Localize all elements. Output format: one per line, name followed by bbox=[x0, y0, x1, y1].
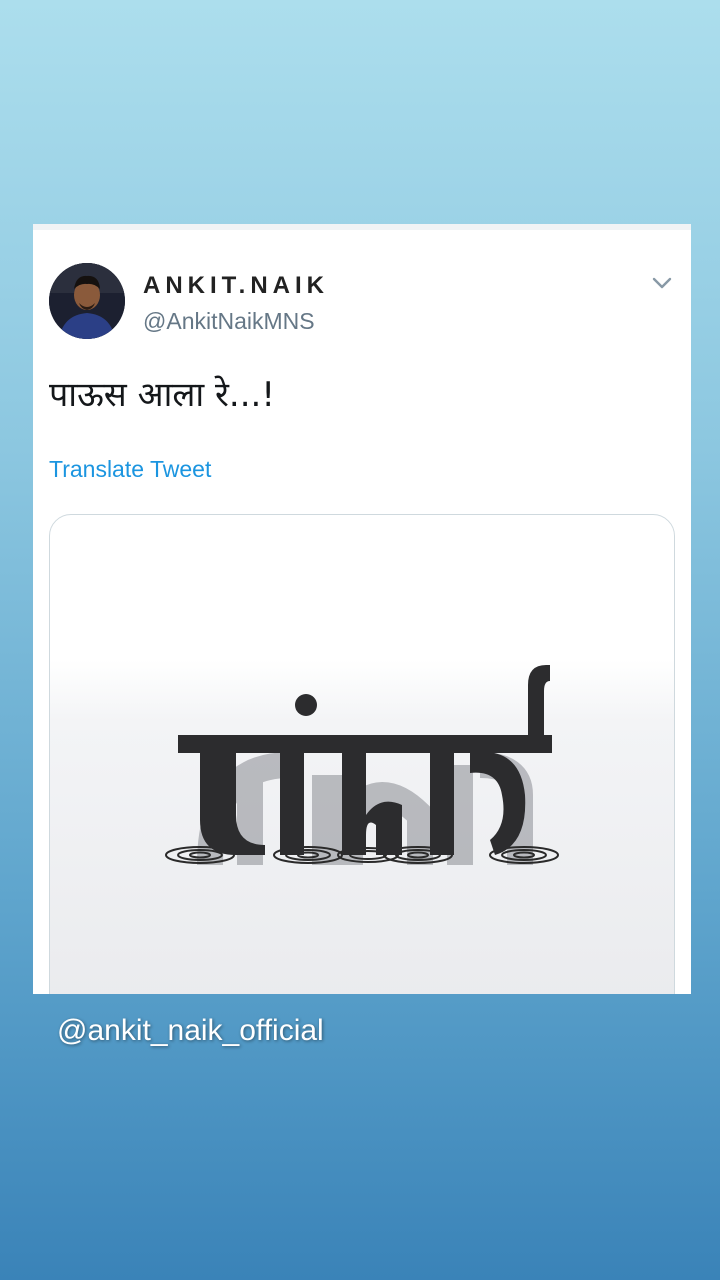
user-handle[interactable]: @AnkitNaikMNS bbox=[143, 308, 315, 335]
avatar[interactable] bbox=[49, 263, 125, 339]
display-name[interactable]: ANKIT.NAIK bbox=[143, 272, 329, 300]
profile-photo bbox=[49, 263, 125, 339]
tweet-card[interactable]: ANKIT.NAIK @AnkitNaikMNS पाऊस आला रे...!… bbox=[33, 224, 691, 994]
overlay-username: @ankit_naik_official bbox=[57, 1014, 324, 1047]
translate-tweet-link[interactable]: Translate Tweet bbox=[49, 456, 211, 483]
chevron-down-icon[interactable] bbox=[649, 270, 675, 296]
mumbai-rain-artwork bbox=[165, 665, 559, 866]
tweet-media-image[interactable] bbox=[49, 514, 675, 994]
tweet-text: पाऊस आला रे...! bbox=[49, 375, 275, 415]
